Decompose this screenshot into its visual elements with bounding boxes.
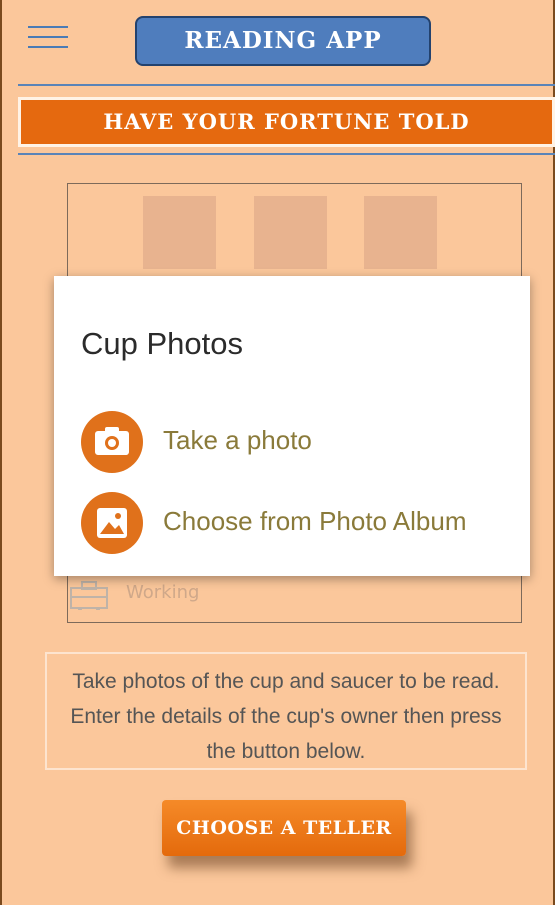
image-icon bbox=[81, 492, 143, 554]
hamburger-menu-icon[interactable] bbox=[28, 24, 68, 50]
take-photo-option[interactable]: Take a photo bbox=[81, 411, 521, 473]
header-divider-bottom bbox=[18, 153, 555, 155]
photo-thumbnail-slot[interactable] bbox=[364, 196, 437, 269]
cup-photos-dialog: Cup Photos Take a photo Choose from Phot… bbox=[54, 276, 530, 576]
working-label: Working bbox=[126, 582, 200, 603]
app-title: Reading App bbox=[135, 16, 431, 66]
choose-teller-button[interactable]: Choose a teller bbox=[162, 800, 406, 856]
camera-icon bbox=[81, 411, 143, 473]
choose-album-option[interactable]: Choose from Photo Album bbox=[81, 492, 521, 554]
fortune-banner: Have your fortune told bbox=[18, 97, 555, 147]
photo-thumbnail-slot[interactable] bbox=[254, 196, 327, 269]
photo-thumbnail-slot[interactable] bbox=[143, 196, 216, 269]
take-photo-label: Take a photo bbox=[163, 425, 312, 455]
header-divider-top bbox=[18, 84, 555, 86]
instructions-text: Take photos of the cup and saucer to be … bbox=[45, 652, 527, 770]
briefcase-icon bbox=[70, 581, 108, 610]
dialog-title: Cup Photos bbox=[81, 326, 243, 361]
choose-album-label: Choose from Photo Album bbox=[163, 506, 467, 536]
